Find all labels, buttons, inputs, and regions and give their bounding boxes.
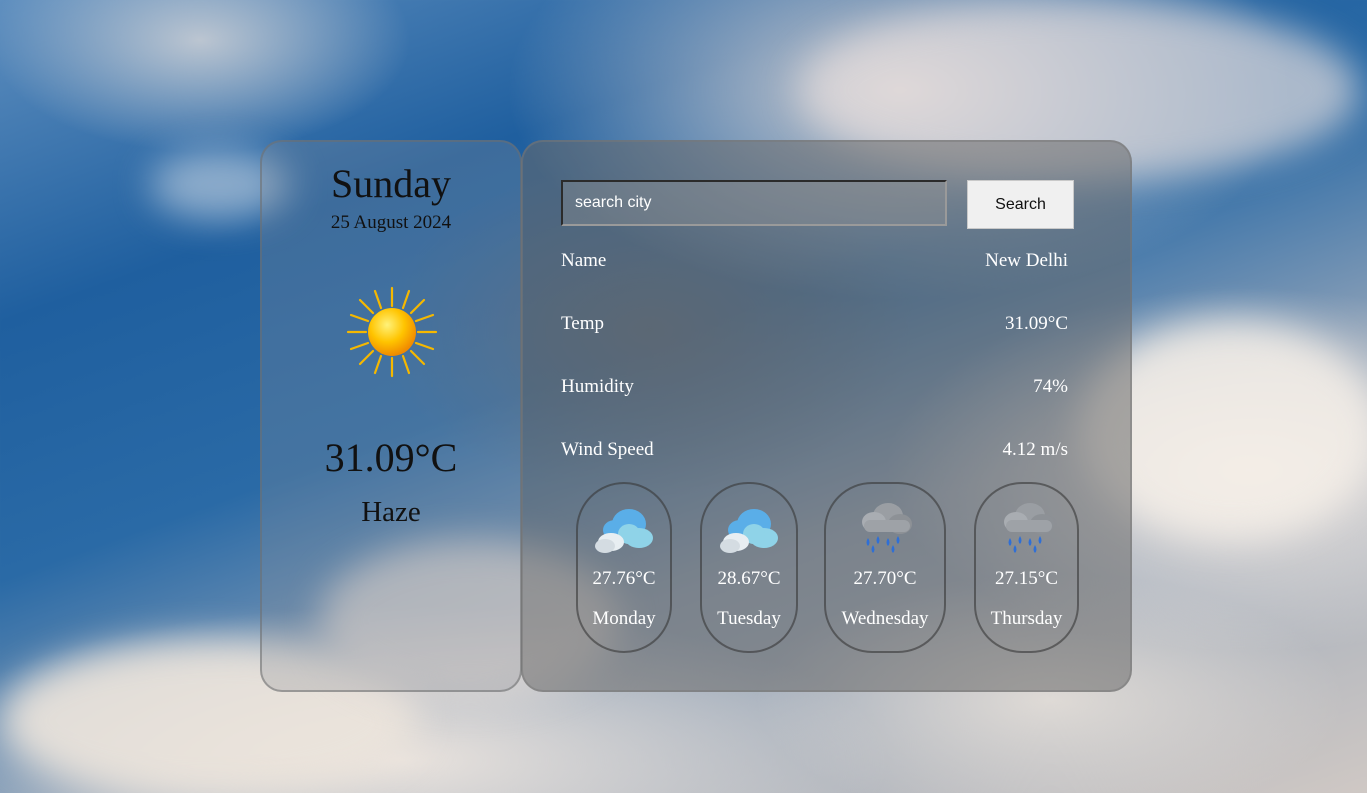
cloud-icon (591, 498, 657, 556)
detail-label: Humidity (561, 376, 634, 397)
weather-details-card: Search Name New Delhi Temp 31.09°C Humid… (521, 140, 1132, 692)
sun-icon (346, 286, 438, 378)
forecast-temp: 27.76°C (592, 568, 656, 589)
detail-label: Temp (561, 313, 604, 334)
forecast-day-monday: 27.76°C Monday (576, 482, 672, 653)
forecast-day-name: Wednesday (841, 608, 929, 629)
current-weather-card: Sunday 25 August 2024 31.09°C Haze (260, 140, 522, 692)
detail-label: Name (561, 250, 607, 271)
date-text: 25 August 2024 (330, 212, 452, 233)
forecast-day-name: Monday (592, 608, 656, 629)
forecast-temp: 28.67°C (717, 568, 781, 589)
cloud-icon (716, 498, 782, 556)
forecast-day-thursday: 27.15°C Thursday (974, 482, 1079, 653)
search-input[interactable] (561, 180, 947, 226)
detail-row-temp: Temp 31.09°C (561, 313, 1068, 337)
forecast-day-name: Thursday (990, 608, 1063, 629)
forecast-temp: 27.70°C (853, 568, 917, 589)
current-temperature: 31.09°C (324, 435, 458, 480)
forecast-temp: 27.15°C (994, 568, 1059, 589)
city-name-value: New Delhi (985, 250, 1068, 271)
rain-cloud-icon (852, 498, 918, 556)
forecast-day-name: Tuesday (717, 608, 781, 629)
detail-row-name: Name New Delhi (561, 250, 1068, 274)
search-button[interactable]: Search (967, 180, 1074, 229)
weather-condition: Haze (361, 496, 421, 528)
forecast-day-wednesday: 27.70°C Wednesday (824, 482, 946, 653)
temperature-value: 31.09°C (1004, 313, 1068, 334)
rain-cloud-icon (994, 498, 1060, 556)
detail-row-wind: Wind Speed 4.12 m/s (561, 439, 1068, 463)
forecast-day-tuesday: 28.67°C Tuesday (700, 482, 798, 653)
detail-label: Wind Speed (561, 439, 654, 460)
detail-row-humidity: Humidity 74% (561, 376, 1068, 400)
wind-speed-value: 4.12 m/s (1002, 439, 1068, 460)
day-name: Sunday (331, 161, 451, 206)
humidity-value: 74% (1033, 376, 1068, 397)
